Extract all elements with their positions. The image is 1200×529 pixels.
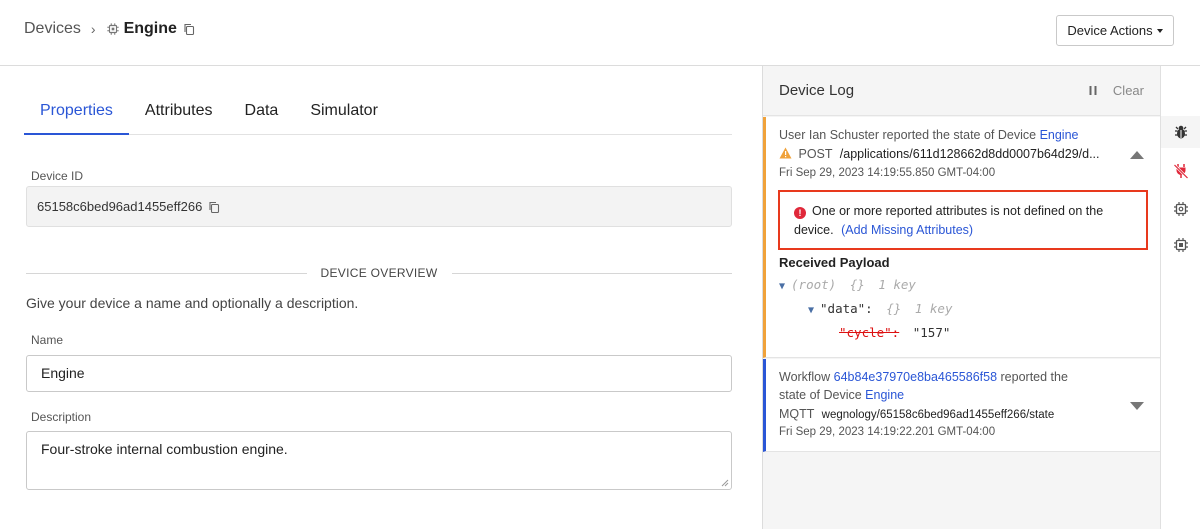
mqtt-topic: wegnology/65158c6bed96ad1455eff266/state [821, 409, 1055, 421]
pause-icon[interactable] [1089, 86, 1097, 95]
payload-cycle-key: "cycle": [839, 325, 900, 340]
properties-pane: Properties Attributes Data Simulator Dev… [0, 66, 762, 529]
divider-line-right [451, 272, 733, 274]
payload-data-count: 1 key [914, 301, 953, 316]
page-header: Devices › Engine Device Actions [0, 0, 1200, 66]
right-tool-rail [1160, 66, 1200, 529]
payload-root-node[interactable]: ▼ (root) {} 1 key [779, 277, 916, 292]
log-entry-prefix: User Ian Schuster reported the state of … [779, 128, 1037, 142]
description-value: Four-stroke internal combustion engine. [41, 441, 288, 457]
breadcrumb-current: Engine [123, 20, 177, 37]
request-method: MQTT [779, 407, 815, 421]
request-method: POST [798, 147, 833, 161]
description-label: Description [31, 410, 92, 424]
caret-down-icon [1156, 28, 1163, 33]
name-input[interactable]: Engine [26, 355, 732, 392]
device-id-field: 65158c6bed96ad1455eff266 [26, 186, 732, 227]
payload-root-braces: {} [849, 277, 865, 292]
device-id-label: Device ID [31, 169, 84, 183]
copy-icon[interactable] [183, 23, 195, 35]
missing-attributes-error: ! One or more reported attributes is not … [778, 190, 1148, 250]
add-missing-attributes-link[interactable]: (Add Missing Attributes) [841, 223, 973, 237]
device-actions-label: Device Actions [1067, 23, 1153, 38]
error-icon: ! [794, 207, 806, 219]
payload-data-key: "data": [820, 301, 873, 316]
tab-bar: Properties Attributes Data Simulator [24, 94, 732, 135]
log-entry-summary: Workflow 64b84e37970e8ba465586f58 report… [779, 370, 1068, 384]
device-overview-divider: DEVICE OVERVIEW [26, 266, 733, 280]
log-entry-suffix: reported the [1000, 370, 1068, 384]
breadcrumb-separator: › [90, 21, 96, 37]
plug-off-icon [1173, 164, 1189, 179]
device-overview-heading: DEVICE OVERVIEW [320, 266, 438, 280]
device-log-header: Device Log Clear [763, 66, 1160, 116]
received-payload-title: Received Payload [779, 255, 890, 270]
bug-icon [1175, 125, 1187, 139]
log-entry-timestamp: Fri Sep 29, 2023 14:19:55.850 GMT-04:00 [779, 167, 996, 179]
log-entry-timestamp: Fri Sep 29, 2023 14:19:22.201 GMT-04:00 [779, 426, 996, 438]
description-textarea[interactable]: Four-stroke internal combustion engine. [26, 431, 732, 490]
device-log-panel: Device Log Clear User Ian Schuster repor… [762, 66, 1160, 529]
log-entry-request: MQTT wegnology/65158c6bed96ad1455eff266/… [779, 407, 1054, 421]
device-id-value: 65158c6bed96ad1455eff266 [37, 199, 203, 214]
log-entry-collapsed[interactable]: Workflow 64b84e37970e8ba465586f58 report… [763, 359, 1160, 452]
disconnect-rail-button[interactable] [1161, 155, 1200, 187]
workflow-link[interactable]: 64b84e37970e8ba465586f58 [834, 370, 997, 384]
device-log-title: Device Log [779, 82, 855, 99]
tab-attributes[interactable]: Attributes [129, 94, 229, 135]
breadcrumb: Devices › Engine [24, 20, 195, 38]
log-entry-summary: User Ian Schuster reported the state of … [779, 128, 1079, 142]
log-entry-request: POST /applications/611d128662d8dd0007b64… [779, 147, 1104, 161]
name-label: Name [31, 333, 64, 347]
device-info-rail-button[interactable] [1161, 229, 1200, 261]
payload-root-label: (root) [791, 277, 837, 292]
log-entry-line2-prefix: state of Device [779, 388, 862, 402]
payload-cycle-node: "cycle": "157" [839, 325, 950, 340]
resize-grip-icon[interactable] [721, 479, 729, 487]
tab-data[interactable]: Data [229, 94, 295, 135]
log-entry-expanded[interactable]: User Ian Schuster reported the state of … [763, 117, 1160, 358]
collapse-chevron-icon[interactable] [1130, 151, 1144, 159]
tab-properties[interactable]: Properties [24, 94, 129, 135]
log-controls: Clear [1089, 83, 1144, 98]
payload-data-node[interactable]: ▼ "data": {} 1 key [808, 301, 952, 316]
warning-icon [779, 147, 792, 159]
request-path: /applications/611d128662d8dd0007b64d29/d… [839, 147, 1100, 161]
payload-root-count: 1 key [878, 277, 916, 292]
device-chip-icon [106, 23, 119, 35]
device-settings-rail-button[interactable] [1161, 193, 1200, 225]
device-link[interactable]: Engine [865, 388, 904, 402]
tree-expand-icon[interactable]: ▼ [779, 281, 785, 292]
device-chip-icon [1174, 238, 1188, 252]
payload-cycle-value: "157" [912, 325, 951, 340]
copy-icon[interactable] [208, 201, 220, 213]
device-actions-button[interactable]: Device Actions [1056, 15, 1174, 46]
device-link[interactable]: Engine [1040, 128, 1079, 142]
overview-help-text: Give your device a name and optionally a… [26, 295, 359, 311]
log-entry-prefix: Workflow [779, 370, 831, 384]
tree-expand-icon[interactable]: ▼ [808, 305, 814, 316]
tab-simulator[interactable]: Simulator [294, 94, 394, 135]
device-gear-icon [1174, 202, 1188, 216]
payload-data-braces: {} [886, 301, 902, 316]
log-entry-summary-line2: state of Device Engine [779, 388, 904, 402]
clear-log-button[interactable]: Clear [1113, 83, 1144, 98]
debug-log-rail-button[interactable] [1161, 116, 1200, 148]
expand-chevron-icon[interactable] [1130, 402, 1144, 410]
divider-line-left [26, 272, 307, 274]
breadcrumb-devices-link[interactable]: Devices [24, 20, 81, 38]
